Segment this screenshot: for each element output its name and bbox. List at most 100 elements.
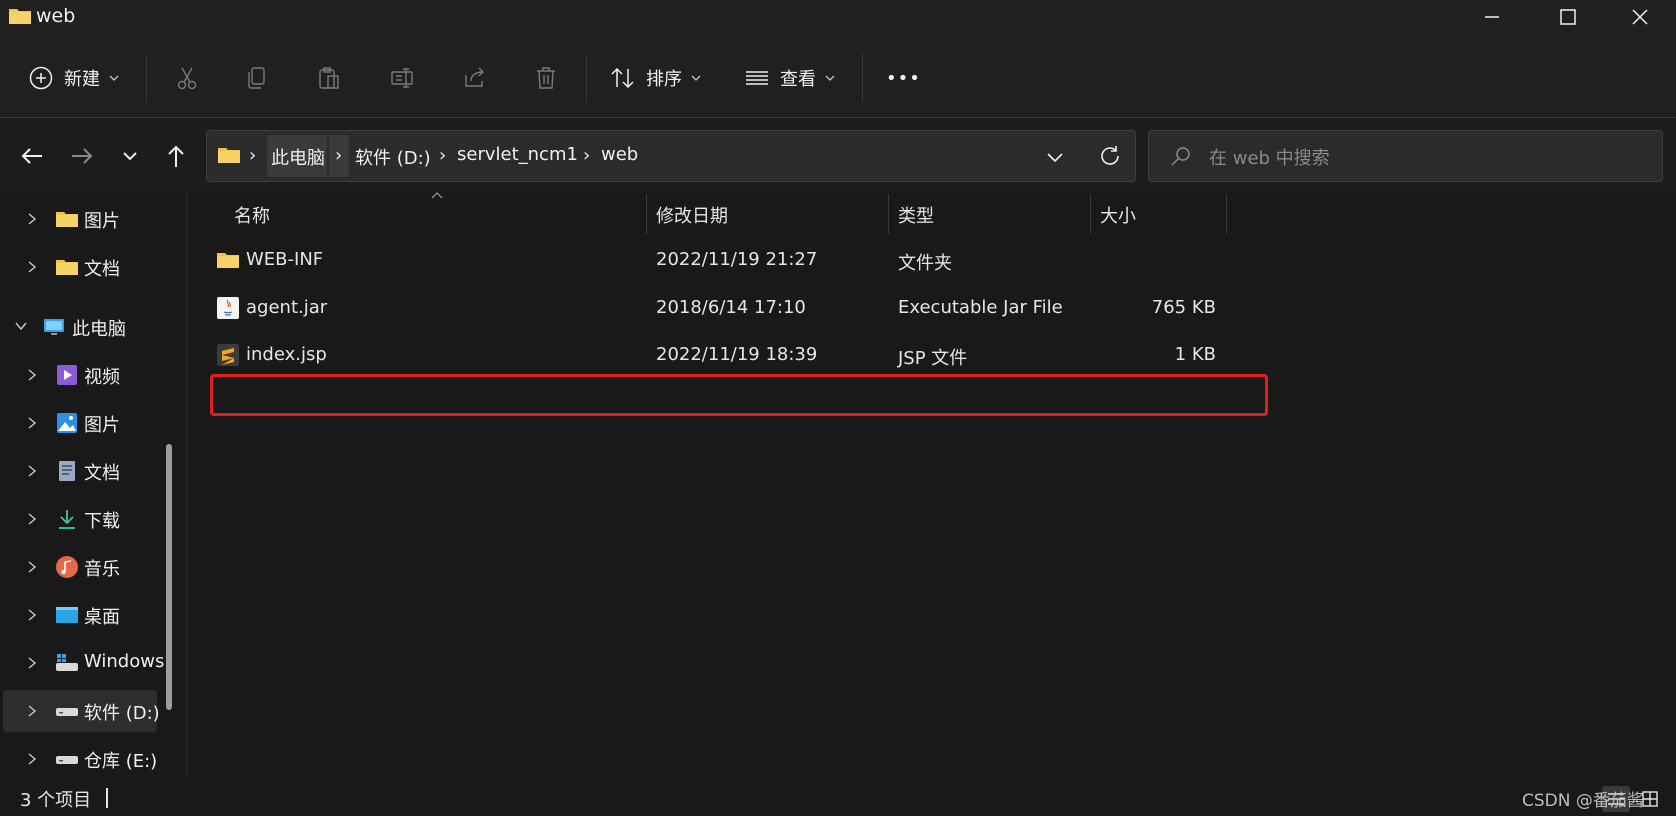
folder-icon [9,9,31,24]
cut-button[interactable] [174,58,200,98]
sublime-file-icon [217,344,239,366]
column-header-name[interactable]: 名称 [234,202,270,242]
music-icon [56,556,78,578]
sidebar-item-pictures[interactable]: 图片 [0,402,160,444]
file-name: index.jsp [246,344,327,365]
column-header-modified[interactable]: 修改日期 [656,202,728,242]
file-type: 文件夹 [898,253,952,274]
breadcrumb-separator[interactable]: › [439,145,446,166]
minimize-button[interactable] [1458,0,1526,34]
search-icon [1171,147,1190,166]
scissors-icon [177,67,197,90]
file-row[interactable]: WEB-INF 2022/11/19 21:27 文件夹 [206,238,1236,284]
navigation-pane: 图片 文档 此电脑 视频 图片 文档 下载 音乐 桌面 Windows 软件 (… [0,192,178,780]
sort-icon [611,67,634,89]
clipboard-icon [319,67,339,89]
back-button[interactable] [16,140,48,172]
file-row[interactable]: index.jsp 2022/11/19 18:39 JSP 文件 1 KB [206,333,1236,379]
more-options-button[interactable]: ••• [886,58,921,98]
paste-button[interactable] [316,58,342,98]
chevron-right-icon [28,465,37,477]
rename-button[interactable] [390,58,416,98]
search-placeholder: 在 web 中搜索 [1209,148,1330,169]
recent-locations-button[interactable] [114,140,146,172]
sidebar-item-drive-e[interactable]: 仓库 (E:) [0,738,160,780]
chevron-right-icon [28,561,37,573]
pane-divider[interactable] [186,192,187,780]
breadcrumb-web[interactable]: web [601,144,638,165]
forward-button[interactable] [66,140,98,172]
sidebar-item-videos[interactable]: 视频 [0,354,160,396]
folder-icon [56,260,78,275]
refresh-icon[interactable] [1097,143,1123,169]
sidebar-item-documents[interactable]: 文档 [0,450,160,492]
sort-label: 排序 [646,69,682,90]
sidebar-item-windows-drive[interactable]: Windows [0,642,164,684]
arrow-up-icon [168,145,184,167]
column-separator[interactable] [646,194,647,234]
folder-icon [218,148,240,163]
copy-button[interactable] [244,58,270,98]
drive-icon [56,756,78,764]
column-separator[interactable] [1226,194,1227,234]
drive-icon [56,708,78,716]
sidebar-item-label: 图片 [84,415,120,436]
documents-icon [59,461,75,481]
status-bar: 3 个项目 CSDN @番茄酱 [0,780,1676,816]
close-button[interactable] [1606,0,1674,34]
computer-icon [44,319,64,335]
desktop-icon [56,607,78,623]
trash-icon [537,67,555,89]
watermark-text: CSDN @番茄酱 [1522,791,1644,811]
view-button[interactable]: 查看 [744,58,836,98]
sidebar-item-pictures-quick[interactable]: 图片 [0,198,160,240]
item-count: 3 个项目 [20,790,92,811]
share-button[interactable] [462,58,488,98]
up-button[interactable] [160,140,192,172]
breadcrumb-separator[interactable]: › [583,145,590,166]
sort-button[interactable]: 排序 [610,58,702,98]
chevron-down-icon [123,152,137,161]
plus-circle-icon [29,66,53,90]
address-bar[interactable]: › 此电脑 › 软件 (D:) › servlet_ncm1 › web [206,130,1136,182]
sidebar-item-drive-d[interactable]: 软件 (D:) [3,690,160,732]
toolbar-separator [586,54,587,102]
file-modified: 2022/11/19 21:27 [656,249,818,270]
title-bar: web [0,0,1676,36]
list-view-icon [746,71,768,85]
chevron-down-icon[interactable] [1043,145,1067,169]
maximize-button[interactable] [1534,0,1602,34]
delete-button[interactable] [533,58,559,98]
minimize-icon [1485,16,1499,18]
sidebar-item-label: 桌面 [84,607,120,628]
file-name: agent.jar [246,297,328,318]
sidebar-item-label: 下载 [84,511,120,532]
new-button[interactable]: 新建 [28,58,120,98]
chevron-right-icon [28,609,37,621]
sidebar-scrollbar[interactable] [166,444,172,710]
chevron-right-icon [28,705,37,717]
column-separator[interactable] [888,194,889,234]
sidebar-item-documents-quick[interactable]: 文档 [0,246,160,288]
search-box[interactable]: 在 web 中搜索 [1148,130,1663,182]
view-label: 查看 [780,69,816,90]
breadcrumb-drive-d[interactable]: 软件 (D:) [355,144,431,170]
sidebar-item-music[interactable]: 音乐 [0,546,160,588]
column-header-type[interactable]: 类型 [898,202,934,242]
sidebar-item-desktop[interactable]: 桌面 [0,594,160,636]
column-header-size[interactable]: 大小 [1100,202,1136,242]
sidebar-item-downloads[interactable]: 下载 [0,498,160,540]
sidebar-item-label: 音乐 [84,559,120,580]
sidebar-item-label: 此电脑 [72,319,126,340]
toolbar-separator [146,54,147,102]
breadcrumb-servlet-ncm1[interactable]: servlet_ncm1 [457,144,578,165]
chevron-down-icon [825,75,835,81]
file-row[interactable]: agent.jar 2018/6/14 17:10 Executable Jar… [206,286,1236,332]
folder-icon [217,253,239,268]
breadcrumb-separator[interactable]: › [335,145,342,166]
navigation-bar: › 此电脑 › 软件 (D:) › servlet_ncm1 › web 在 w… [0,118,1676,192]
breadcrumb-this-pc[interactable]: 此电脑 [271,144,325,170]
annotation-highlight-box [210,374,1268,416]
column-separator[interactable] [1090,194,1091,234]
sidebar-item-this-pc[interactable]: 此电脑 [0,306,160,348]
